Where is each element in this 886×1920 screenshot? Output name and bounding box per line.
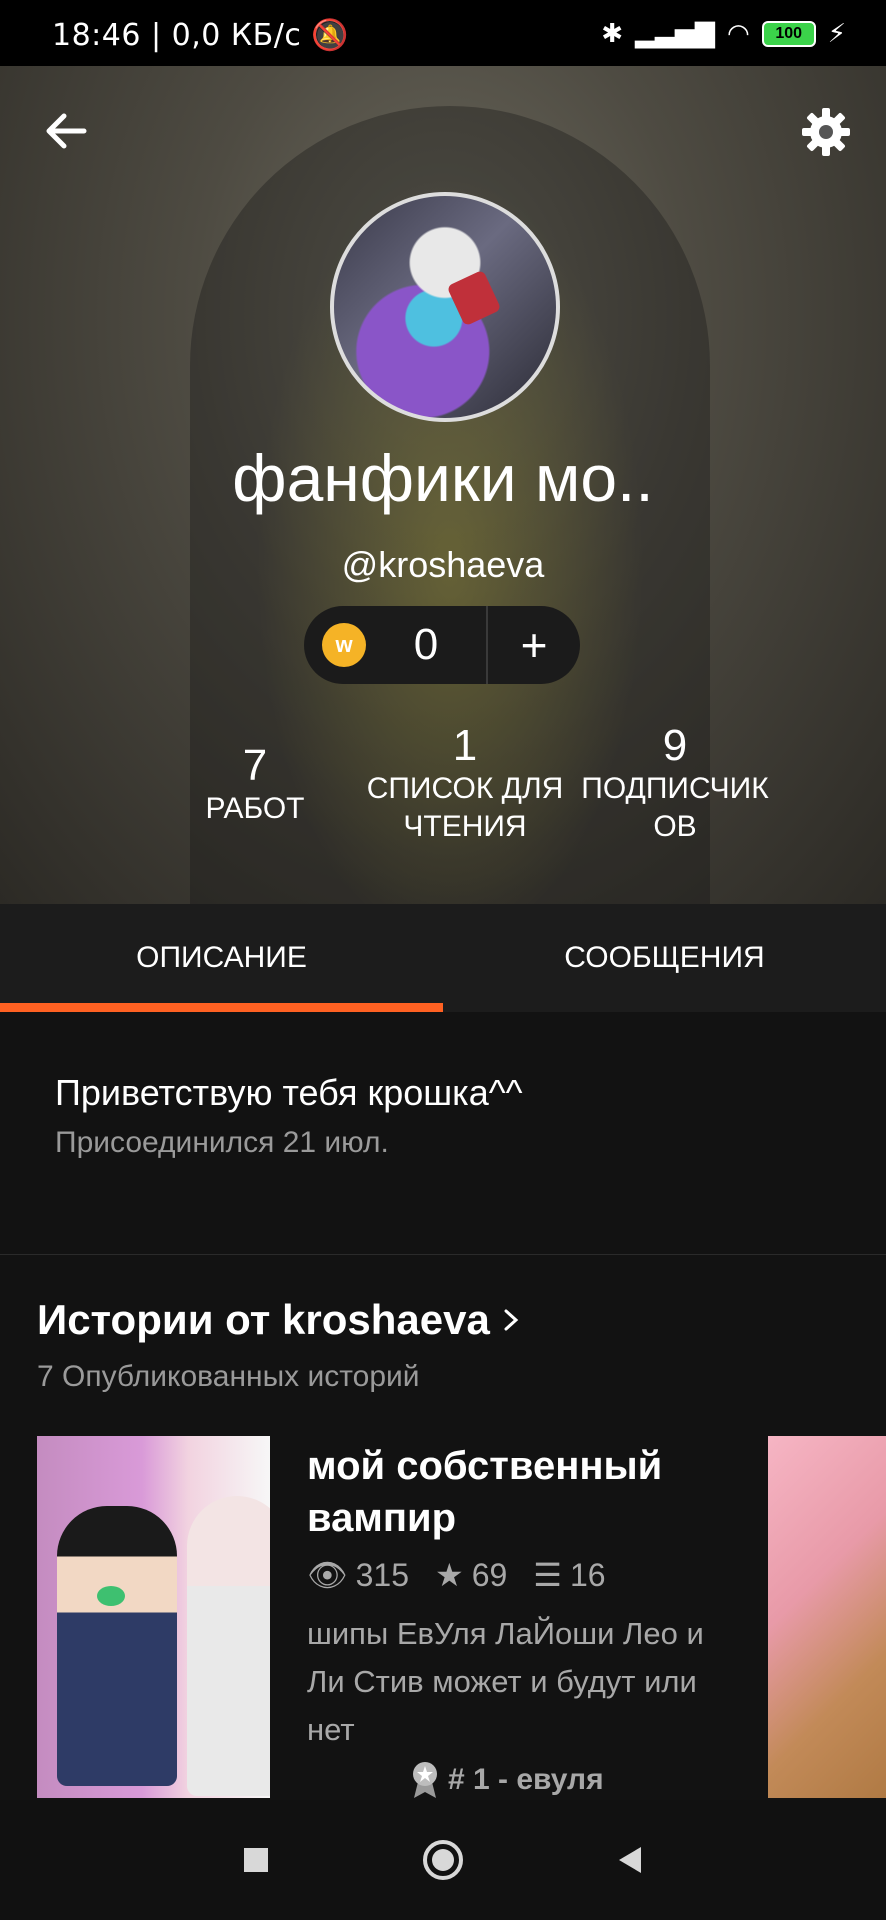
coin-count: 0 bbox=[413, 620, 439, 669]
gear-icon[interactable] bbox=[798, 104, 854, 160]
profile-stats: 7 РАБОТ 1 СПИСОК ДЛЯ ЧТЕНИЯ 9 ПОДПИСЧИК … bbox=[150, 722, 780, 846]
cover-figure bbox=[57, 1506, 177, 1786]
home-circle-icon[interactable] bbox=[421, 1838, 465, 1882]
stat-label: СПИСОК ДЛЯ ЧТЕНИЯ bbox=[366, 772, 564, 843]
coins-widget: w 0 + bbox=[304, 606, 580, 684]
status-icons: ✱ ▂▃▅▇ ◠ 100 ⚡ bbox=[601, 18, 846, 49]
profile-header: фанфики мо.. @kroshaeva w 0 + 7 РАБОТ 1 … bbox=[0, 66, 886, 904]
story-cover[interactable] bbox=[37, 1436, 270, 1798]
mute-bell-icon: 🔕 bbox=[311, 18, 350, 53]
stat-label: ПОДПИСЧИК ОВ bbox=[581, 772, 769, 843]
signal-icon: ▂▃▅▇ bbox=[635, 18, 716, 48]
story-stats: 👁 315 ★ 69 ☰ 16 bbox=[307, 1556, 606, 1594]
about-text: Приветствую тебя крошка^^ bbox=[55, 1072, 523, 1113]
back-triangle-icon[interactable] bbox=[615, 1844, 645, 1876]
story-votes: ★ 69 bbox=[435, 1556, 507, 1594]
joined-date: Присоединился 21 июл. bbox=[55, 1126, 389, 1159]
stories-title: Истории от kroshaeva bbox=[37, 1296, 490, 1343]
tab-messages[interactable]: СООБЩЕНИЯ bbox=[443, 904, 886, 1012]
status-time: 18:46 | 0,0 КБ/с 🔕 bbox=[52, 18, 349, 53]
votes-count: 69 bbox=[471, 1557, 508, 1593]
bluetooth-icon: ✱ bbox=[601, 18, 624, 48]
star-icon: ★ bbox=[435, 1557, 464, 1593]
cover-figure bbox=[187, 1496, 270, 1796]
parts-count: 16 bbox=[569, 1557, 606, 1593]
stat-value: 9 bbox=[662, 721, 688, 770]
profile-tabs: ОПИСАНИЕ СООБЩЕНИЯ bbox=[0, 904, 886, 1013]
charging-icon: ⚡ bbox=[827, 18, 846, 48]
wifi-icon: ◠ bbox=[727, 18, 750, 48]
status-time-text: 18:46 | 0,0 КБ/с bbox=[52, 18, 302, 53]
story-cover-next[interactable] bbox=[768, 1436, 886, 1798]
story-description: шипы ЕвУля ЛаЙоши Лео и Ли Стив может и … bbox=[307, 1616, 704, 1747]
views-count: 315 bbox=[355, 1557, 410, 1593]
coin-icon: w bbox=[322, 623, 366, 667]
story-title[interactable]: мой собственный вампир bbox=[307, 1440, 727, 1544]
list-icon: ☰ bbox=[533, 1557, 562, 1593]
eye-icon: 👁 bbox=[307, 1557, 348, 1593]
back-arrow-icon[interactable] bbox=[40, 106, 90, 156]
stat-label: РАБОТ bbox=[205, 792, 305, 825]
stories-header[interactable]: Истории от kroshaeva bbox=[37, 1296, 522, 1344]
story-rank: # 1 - евуля bbox=[410, 1760, 604, 1800]
avatar-detail bbox=[446, 269, 502, 327]
profile-name: фанфики мо.. bbox=[232, 441, 654, 515]
add-coins-button[interactable]: + bbox=[488, 618, 580, 672]
recents-square-icon[interactable] bbox=[241, 1845, 271, 1875]
stat-works[interactable]: 7 РАБОТ bbox=[150, 722, 360, 846]
stat-value: 7 bbox=[242, 741, 268, 790]
chevron-right-icon bbox=[504, 1309, 519, 1331]
stat-followers[interactable]: 9 ПОДПИСЧИК ОВ bbox=[570, 722, 780, 846]
stat-reading-lists[interactable]: 1 СПИСОК ДЛЯ ЧТЕНИЯ bbox=[360, 722, 570, 846]
avatar[interactable] bbox=[330, 192, 560, 422]
tab-description[interactable]: ОПИСАНИЕ bbox=[0, 904, 443, 1012]
story-views: 👁 315 bbox=[307, 1556, 409, 1594]
battery-icon: 100 bbox=[761, 20, 816, 47]
profile-handle: @kroshaeva bbox=[341, 544, 545, 585]
status-bar: 18:46 | 0,0 КБ/с 🔕 ✱ ▂▃▅▇ ◠ 100 ⚡ bbox=[0, 0, 886, 66]
rank-text: # 1 - евуля bbox=[448, 1763, 604, 1796]
stories-count: 7 Опубликованных историй bbox=[37, 1360, 420, 1393]
stat-value: 1 bbox=[452, 721, 478, 770]
system-nav-bar bbox=[0, 1800, 886, 1920]
cover-detail bbox=[97, 1586, 125, 1606]
story-parts: ☰ 16 bbox=[533, 1556, 605, 1594]
ribbon-badge-icon bbox=[413, 1762, 437, 1798]
about-section: Приветствую тебя крошка^^ Присоединился … bbox=[0, 1012, 886, 1255]
